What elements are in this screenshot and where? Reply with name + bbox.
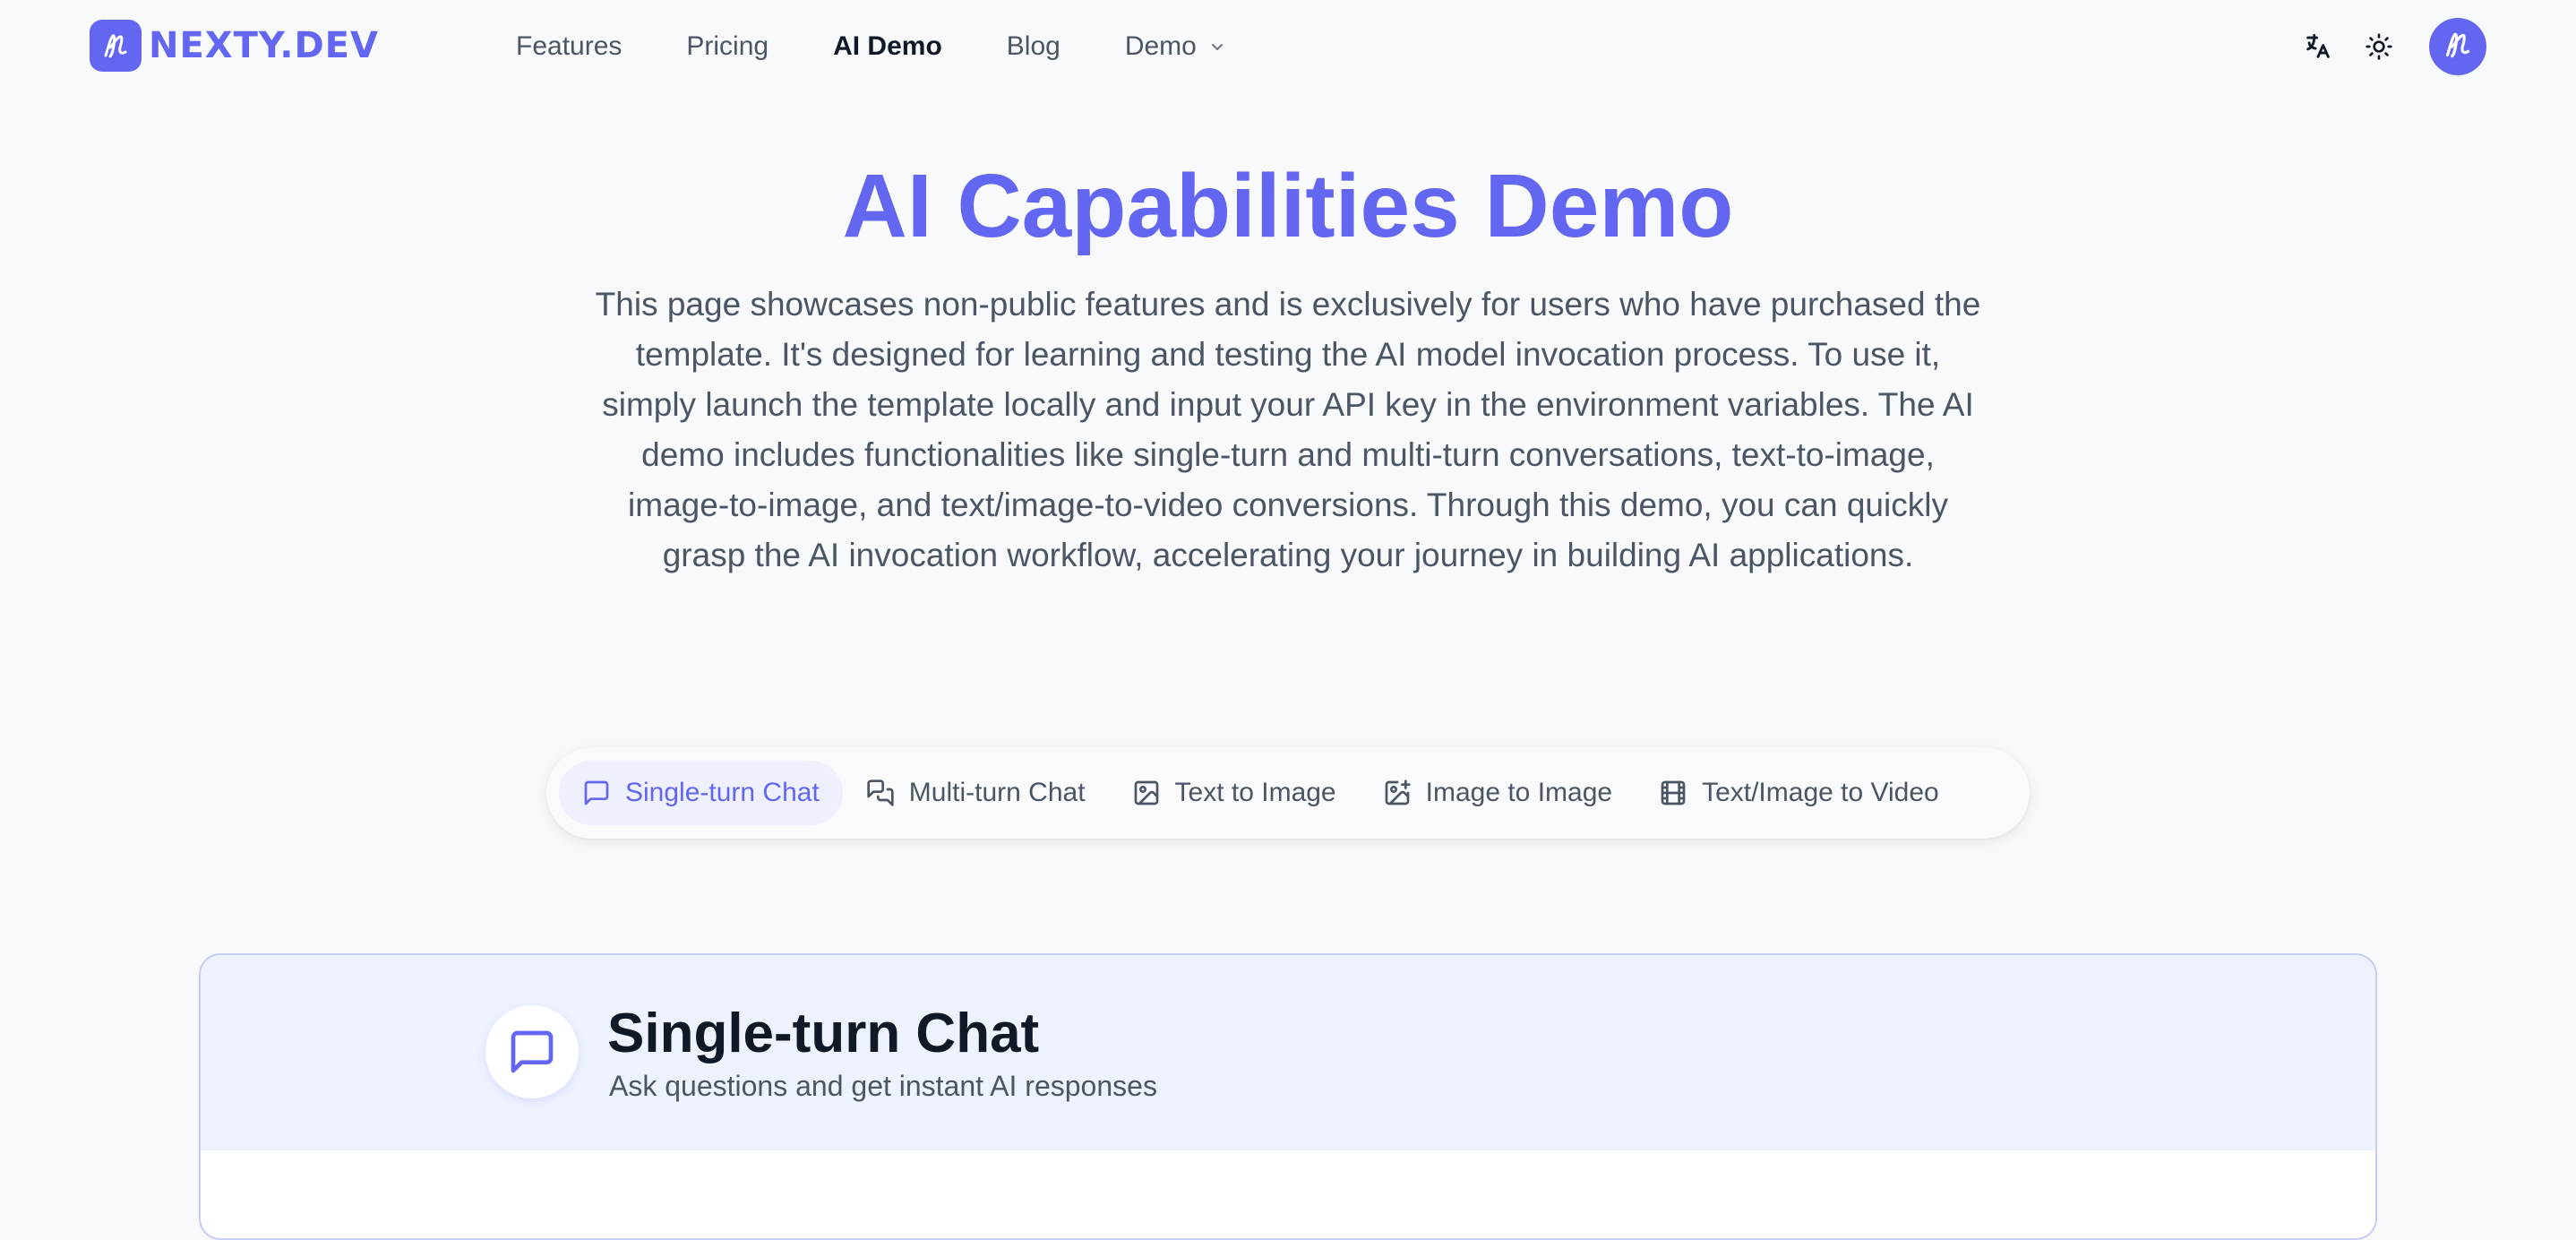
translate-icon[interactable] xyxy=(2297,25,2340,68)
page-title: AI Capabilities Demo xyxy=(842,156,1734,256)
header-actions xyxy=(2297,18,2486,75)
tab-image-to-image[interactable]: Image to Image xyxy=(1360,761,1636,825)
sun-icon[interactable] xyxy=(2357,25,2400,68)
main-nav: Features Pricing AI Demo Blog Demo xyxy=(516,27,1290,66)
tab-label: Multi-turn Chat xyxy=(908,778,1086,807)
tab-text-image-to-video[interactable]: Text/Image to Video xyxy=(1636,761,1962,825)
nav-item-label: Pricing xyxy=(686,31,769,61)
avatar[interactable] xyxy=(2429,18,2486,75)
signature-n-icon xyxy=(90,20,142,72)
messages-icon xyxy=(867,779,894,806)
tab-label: Text/Image to Video xyxy=(1702,778,1939,807)
tab-single-turn-chat[interactable]: Single-turn Chat xyxy=(559,761,843,825)
signature-n-icon xyxy=(2439,26,2477,68)
message-square-icon xyxy=(584,780,609,805)
panel-subtitle: Ask questions and get instant AI respons… xyxy=(609,1070,1157,1102)
message-square-icon xyxy=(485,1005,579,1098)
panel-header: Single-turn Chat Ask questions and get i… xyxy=(201,955,2375,1150)
panel-title: Single-turn Chat xyxy=(607,1003,1040,1064)
nav-item-features[interactable]: Features xyxy=(516,31,622,62)
nav-item-label: Blog xyxy=(1006,31,1060,61)
image-icon xyxy=(1134,780,1158,805)
nav-item-ai-demo[interactable]: AI Demo xyxy=(833,31,942,62)
nav-item-blog[interactable]: Blog xyxy=(1007,31,1060,62)
page-description: This page showcases non-public features … xyxy=(595,286,1981,573)
tab-text-to-image[interactable]: Text to Image xyxy=(1109,761,1360,825)
tab-label: Image to Image xyxy=(1425,778,1613,807)
nav-item-label: Features xyxy=(516,31,623,61)
nav-item-label: Demo xyxy=(1124,31,1197,61)
tab-label: Single-turn Chat xyxy=(625,778,820,807)
nav-item-label: AI Demo xyxy=(833,31,942,61)
film-icon xyxy=(1661,780,1686,805)
demo-tabs: Single-turn Chat Multi-turn Chat Text to… xyxy=(546,747,2030,839)
tab-label: Text to Image xyxy=(1174,778,1336,807)
brand-logo-link[interactable]: NEXTY.DEV xyxy=(90,20,379,72)
tab-multi-turn-chat[interactable]: Multi-turn Chat xyxy=(843,761,1109,825)
image-plus-icon xyxy=(1385,779,1411,805)
chevron-down-icon xyxy=(1209,39,1225,55)
brand-name: NEXTY.DEV xyxy=(149,25,379,66)
single-turn-chat-panel: Single-turn Chat Ask questions and get i… xyxy=(199,953,2377,1240)
nav-item-demo-dropdown[interactable]: Demo xyxy=(1125,31,1225,62)
nav-item-pricing[interactable]: Pricing xyxy=(686,31,769,62)
site-header: NEXTY.DEV Features Pricing AI Demo Blog … xyxy=(0,0,2576,93)
